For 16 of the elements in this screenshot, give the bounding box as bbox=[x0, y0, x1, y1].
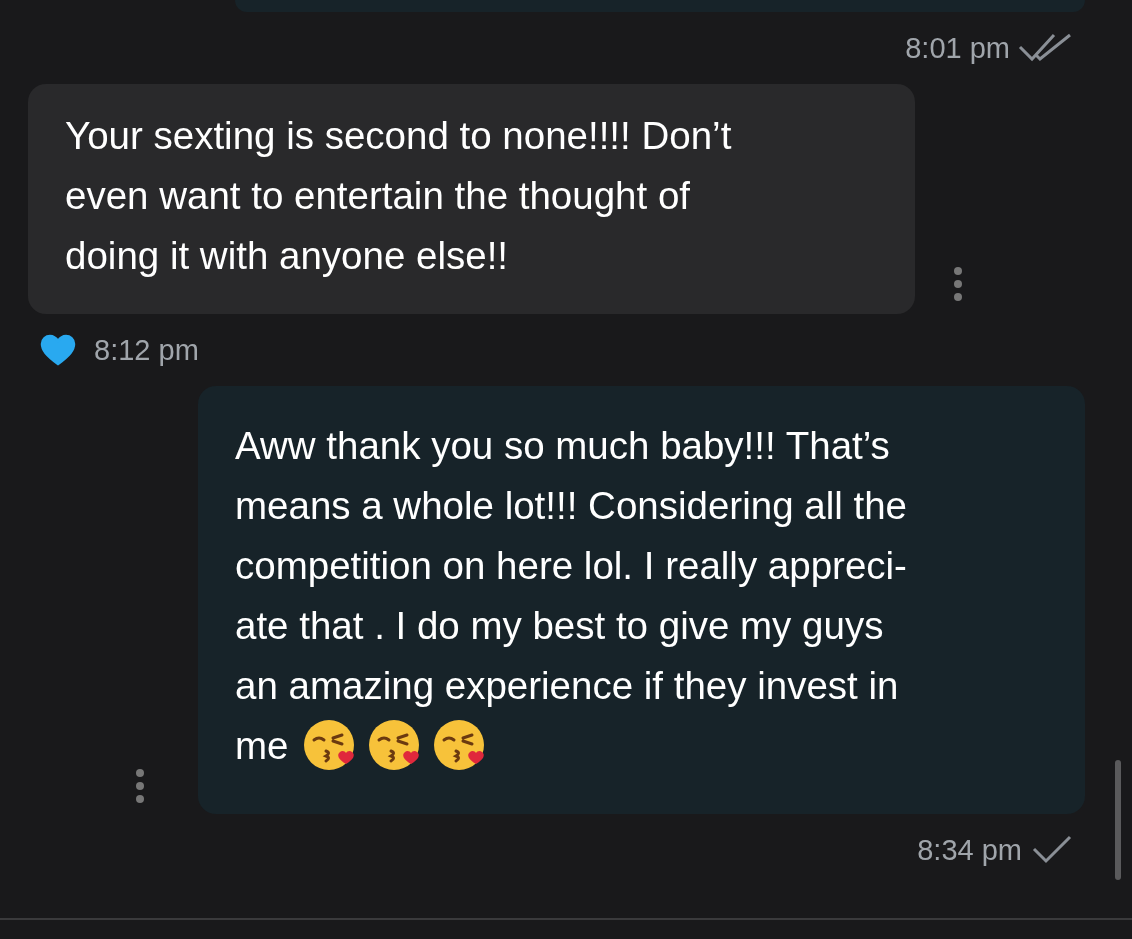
message-text: Your sexting is second to none!!!! Don’t bbox=[65, 113, 732, 159]
message-time: 8:34 pm bbox=[917, 833, 1022, 867]
message-text: doing it with anyone else!! bbox=[65, 233, 509, 279]
more-options-icon[interactable] bbox=[953, 266, 963, 302]
message-text: even want to entertain the thought of bbox=[65, 173, 690, 219]
message-text: competition on here lol. I really appreci- bbox=[235, 543, 907, 589]
message-time: 8:12 pm bbox=[94, 333, 199, 367]
heart-icon[interactable] bbox=[40, 334, 76, 366]
message-text: Aww thank you so much baby!!! That’s bbox=[235, 423, 890, 469]
message-text: ate that . I do my best to give my guys bbox=[235, 603, 884, 649]
more-options-icon[interactable] bbox=[135, 768, 145, 804]
message-time: 8:01 pm bbox=[905, 31, 1010, 65]
message-text: me bbox=[235, 723, 289, 769]
message-text: an amazing experience if they invest in bbox=[235, 663, 899, 709]
scrollbar[interactable] bbox=[1115, 760, 1121, 880]
message-text: means a whole lot!!! Considering all the bbox=[235, 483, 907, 529]
